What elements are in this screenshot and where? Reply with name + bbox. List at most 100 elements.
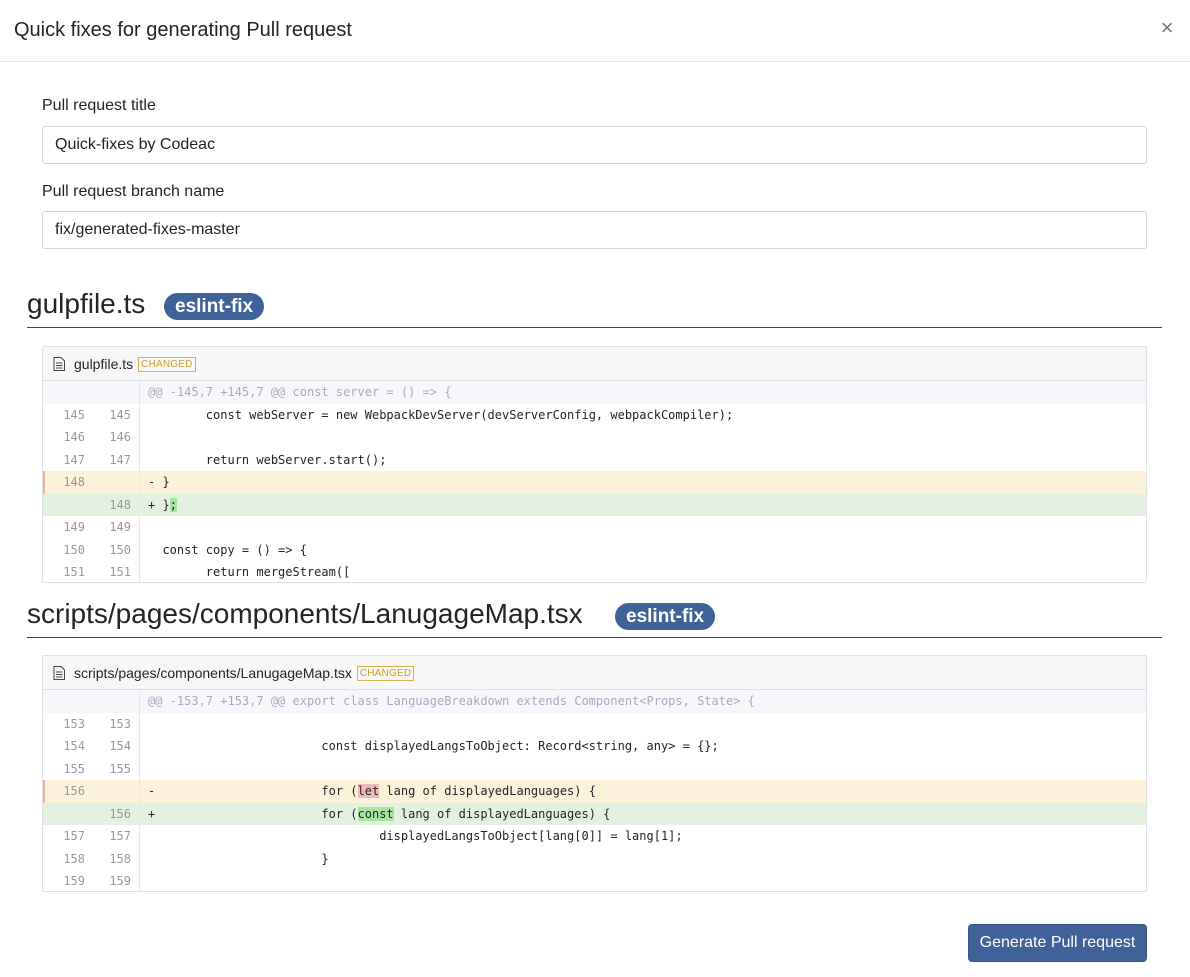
new-line-number: 159: [109, 874, 131, 888]
code-segment: displayedLangsToObject[lang[0]] = lang[1…: [148, 829, 683, 843]
old-line-number: 149: [63, 520, 85, 534]
old-line-number: 145: [63, 407, 85, 422]
old-line-number: 156: [43, 780, 91, 803]
diff-line: 154 154 const displayedLangsToObject: Rec…: [43, 735, 1146, 758]
code-text: }: [148, 848, 329, 871]
diff-hunk-header: @@ -145,7 +145,7 @@ const server = () =>…: [43, 381, 1146, 404]
gutter-divider: [139, 448, 140, 471]
code-segment: lang of displayedLanguages) {: [379, 784, 596, 798]
rule-badge: eslint-fix: [164, 293, 265, 320]
diff-box-gulpfile: gulpfile.ts CHANGED @@ -145,7 +145,7 @@ c…: [42, 346, 1147, 583]
old-line-number: 151: [63, 565, 85, 579]
new-line-number: 145: [109, 407, 131, 422]
gutter-divider: [139, 802, 140, 825]
gutter-divider: [139, 471, 140, 494]
new-line-number: 146: [109, 430, 131, 444]
diff-file-header: scripts/pages/components/LanugageMap.tsx…: [43, 656, 1146, 690]
old-line-number: 150: [63, 542, 85, 557]
old-line-number: 146: [63, 430, 85, 444]
diff-line: 150 150 const copy = () => {: [43, 538, 1146, 562]
code-segment: lang of displayedLanguages) {: [393, 806, 611, 821]
modal-title: Quick fixes for generating Pull request: [14, 19, 352, 41]
diff-line: 156 + for (const lang of displayedLanguag…: [43, 802, 1146, 826]
file-icon: [53, 666, 65, 680]
changed-token: const: [357, 806, 394, 821]
file-heading-name: scripts/pages/components/LanugageMap.tsx: [27, 598, 583, 629]
old-line-number: 155: [63, 761, 85, 776]
diff-file-name: scripts/pages/components/LanugageMap.tsx…: [74, 665, 415, 681]
file-heading-gulpfile: gulpfile.ts eslint-fix: [27, 288, 1162, 328]
new-line-number: 158: [109, 851, 131, 866]
code-segment: const displayedLangsToObject: Record<str…: [148, 739, 719, 753]
diff-line: 153 153: [43, 712, 1146, 735]
modal-header: Quick fixes for generating Pull request …: [0, 0, 1190, 62]
code-text: return mergeStream([: [148, 561, 351, 582]
diff-line: 156 - for (let lang of displayedLanguages…: [43, 780, 1146, 803]
diff-line: 146 146: [43, 426, 1146, 449]
code-text: + for (const lang of displayedLanguages)…: [148, 803, 610, 826]
gutter-divider: [139, 493, 140, 516]
diff-line: 147 147 return webServer.start();: [43, 448, 1146, 471]
code-segment: return mergeStream([: [148, 565, 351, 579]
diff-line: 145 145 const webServer = new WebpackDevS…: [43, 403, 1146, 426]
code-segment: - for (: [148, 784, 358, 798]
code-segment: }: [148, 851, 329, 866]
diff-line: 151 151 return mergeStream([: [43, 561, 1146, 582]
diff-hunk-header: @@ -153,7 +153,7 @@ export class Languag…: [43, 690, 1146, 713]
file-heading-name: gulpfile.ts: [27, 288, 146, 319]
rule-badge: eslint-fix: [615, 603, 716, 630]
pr-title-label: Pull request title: [42, 97, 156, 114]
diff-file-name: gulpfile.ts CHANGED: [74, 356, 196, 372]
diff-line: 159 159: [43, 870, 1146, 891]
code-text: - for (let lang of displayedLanguages) {: [148, 780, 596, 803]
code-text: - }: [148, 471, 170, 494]
pr-title-input[interactable]: [42, 126, 1147, 164]
gutter-divider: [139, 426, 140, 449]
gutter-divider: [139, 757, 140, 780]
pr-branch-input[interactable]: [42, 211, 1147, 249]
code-text: const displayedLangsToObject: Record<str…: [148, 735, 719, 758]
old-line-number: 153: [63, 716, 85, 731]
gutter-divider: [139, 561, 140, 582]
code-text: const copy = () => {: [148, 539, 307, 562]
old-line-number: 147: [63, 452, 85, 467]
code-segment: + }: [148, 497, 170, 512]
generate-pull-request-button[interactable]: Generate Pull request: [968, 924, 1147, 962]
close-icon[interactable]: ×: [1158, 15, 1176, 41]
code-segment: return webServer.start();: [148, 452, 387, 467]
file-icon: [53, 357, 65, 371]
gutter-divider: [139, 847, 140, 870]
new-line-number: 155: [109, 761, 131, 776]
old-line-number: 159: [63, 874, 85, 888]
gutter-divider: [139, 780, 140, 803]
gutter-divider: [139, 516, 140, 539]
gutter-divider: [139, 712, 140, 735]
changed-token: ;: [169, 497, 177, 512]
gutter-divider: [139, 538, 140, 561]
file-heading-languagemap: scripts/pages/components/LanugageMap.tsx…: [27, 598, 1162, 638]
diff-line: 148 + };: [43, 493, 1146, 517]
diff-line: 155 155: [43, 757, 1146, 780]
old-line-number: 158: [63, 851, 85, 866]
new-line-number: 157: [109, 829, 131, 843]
changed-token: let: [357, 784, 380, 798]
code-segment: const copy = () => {: [148, 542, 307, 557]
old-line-number: 157: [63, 829, 85, 843]
old-line-number: 148: [43, 471, 91, 494]
changed-tag: CHANGED: [356, 666, 415, 681]
code-text: displayedLangsToObject[lang[0]] = lang[1…: [148, 825, 683, 848]
code-segment: const webServer = new WebpackDevServer(d…: [148, 407, 734, 422]
diff-line: 148 - }: [43, 471, 1146, 494]
code-segment: + for (: [148, 806, 358, 821]
new-line-number: 156: [109, 806, 131, 821]
gutter-divider: [139, 690, 140, 713]
diff-rows: @@ -153,7 +153,7 @@ export class Languag…: [43, 690, 1146, 891]
new-line-number: 149: [109, 520, 131, 534]
new-line-number: 150: [109, 542, 131, 557]
new-line-number: 153: [109, 716, 131, 731]
code-text: + };: [148, 494, 177, 517]
gutter-divider: [139, 825, 140, 848]
new-line-number: 148: [109, 497, 131, 512]
diff-rows: @@ -145,7 +145,7 @@ const server = () =>…: [43, 381, 1146, 582]
gutter-divider: [139, 870, 140, 891]
